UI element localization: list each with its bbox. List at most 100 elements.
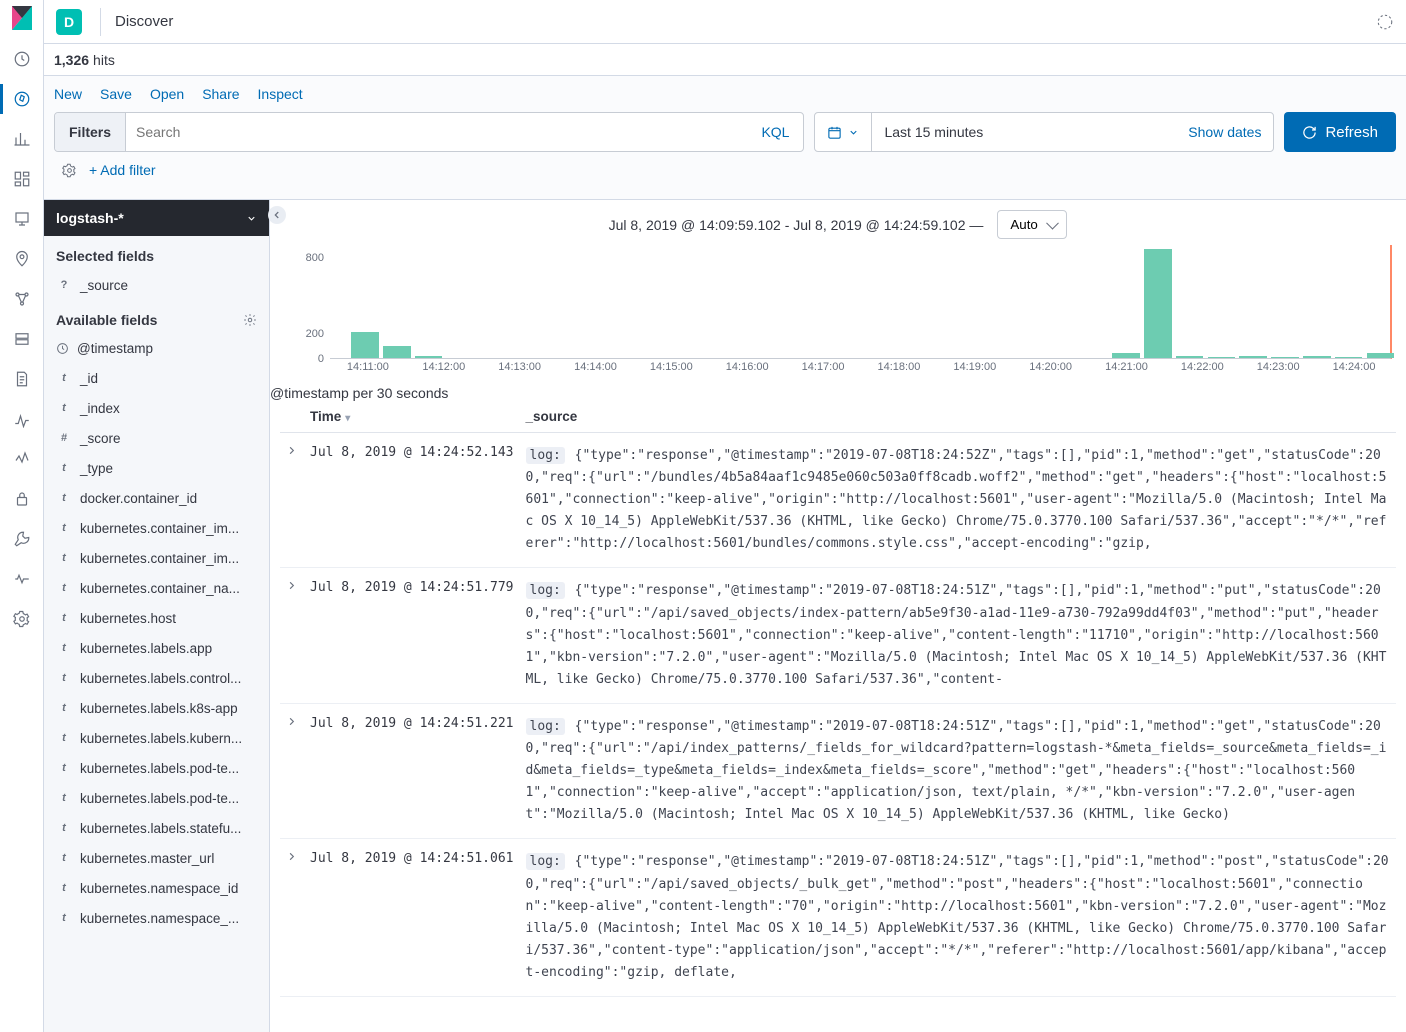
histogram-bar[interactable] <box>1176 356 1204 358</box>
expand-row-icon[interactable] <box>280 568 304 703</box>
nav-devtools-icon[interactable] <box>9 526 35 552</box>
field-item[interactable]: tkubernetes.namespace_... <box>44 903 269 933</box>
nav-management-icon[interactable] <box>9 606 35 632</box>
field-item[interactable]: ?_source <box>44 270 269 300</box>
add-filter-link[interactable]: + Add filter <box>89 162 156 178</box>
table-row: Jul 8, 2019 @ 14:24:51.061log: {"type":"… <box>280 839 1396 997</box>
cell-time: Jul 8, 2019 @ 14:24:51.779 <box>304 568 520 703</box>
chevron-down-icon <box>246 213 257 224</box>
available-fields-list: @timestampt_idt_index#_scoret_typetdocke… <box>44 334 269 933</box>
calendar-icon <box>827 125 842 140</box>
field-item[interactable]: tkubernetes.master_url <box>44 843 269 873</box>
field-item[interactable]: tkubernetes.labels.statefu... <box>44 813 269 843</box>
histogram-header: Jul 8, 2019 @ 14:09:59.102 - Jul 8, 2019… <box>270 200 1406 245</box>
cell-source: log: {"type":"response","@timestamp":"20… <box>520 568 1397 703</box>
refresh-button[interactable]: Refresh <box>1284 112 1396 152</box>
date-picker[interactable]: Last 15 minutes Show dates <box>814 112 1274 152</box>
histogram-bar[interactable] <box>415 356 443 359</box>
field-item[interactable]: tkubernetes.namespace_id <box>44 873 269 903</box>
table-row: Jul 8, 2019 @ 14:24:51.221log: {"type":"… <box>280 703 1396 838</box>
field-item[interactable]: tkubernetes.labels.k8s-app <box>44 693 269 723</box>
col-source[interactable]: _source <box>520 401 1397 433</box>
field-item[interactable]: tkubernetes.labels.control... <box>44 663 269 693</box>
field-item[interactable]: tkubernetes.labels.app <box>44 633 269 663</box>
collapse-sidebar-icon[interactable] <box>268 206 286 224</box>
field-item[interactable]: tkubernetes.container_im... <box>44 543 269 573</box>
toolbar-link-open[interactable]: Open <box>150 86 184 102</box>
expand-row-icon[interactable] <box>280 703 304 838</box>
filter-settings-icon[interactable] <box>62 163 77 178</box>
nav-siem-icon[interactable] <box>9 486 35 512</box>
field-item[interactable]: t_type <box>44 453 269 483</box>
cell-source: log: {"type":"response","@timestamp":"20… <box>520 433 1397 568</box>
histogram-bar[interactable] <box>1112 353 1140 358</box>
nav-maps-icon[interactable] <box>9 246 35 272</box>
field-item[interactable]: tdocker.container_id <box>44 483 269 513</box>
field-item[interactable]: tkubernetes.labels.pod-te... <box>44 753 269 783</box>
field-item[interactable]: t_id <box>44 363 269 393</box>
nav-visualize-icon[interactable] <box>9 126 35 152</box>
nav-discover-icon[interactable] <box>9 86 35 112</box>
kql-toggle[interactable]: KQL <box>747 124 803 140</box>
date-picker-toggle[interactable] <box>815 113 872 151</box>
header-menu-icon[interactable] <box>1376 13 1394 31</box>
nav-dashboard-icon[interactable] <box>9 166 35 192</box>
chart-xlabel: @timestamp per 30 seconds <box>270 385 1406 401</box>
nav-logs-icon[interactable] <box>9 366 35 392</box>
cell-time: Jul 8, 2019 @ 14:24:52.143 <box>304 433 520 568</box>
nav-apm-icon[interactable] <box>9 406 35 432</box>
refresh-label: Refresh <box>1325 124 1378 141</box>
search-input[interactable] <box>126 113 747 151</box>
histogram-bar[interactable] <box>1367 353 1395 358</box>
field-item[interactable]: tkubernetes.container_im... <box>44 513 269 543</box>
results-table: Time▾ _source Jul 8, 2019 @ 14:24:52.143… <box>270 401 1406 1032</box>
histogram-bar[interactable] <box>1335 357 1363 358</box>
selected-fields-list: ?_source <box>44 270 269 300</box>
histogram-bar[interactable] <box>1208 357 1236 358</box>
nav-recent-icon[interactable] <box>9 46 35 72</box>
main: logstash-* Selected fields ?_source Avai… <box>44 200 1406 1032</box>
query-bar: Filters KQL <box>54 112 804 152</box>
field-item[interactable]: tkubernetes.container_na... <box>44 573 269 603</box>
histogram-bar[interactable] <box>1239 356 1267 358</box>
filters-button[interactable]: Filters <box>55 113 126 151</box>
field-item[interactable]: @timestamp <box>44 334 269 363</box>
field-item[interactable]: tkubernetes.labels.kubern... <box>44 723 269 753</box>
kibana-logo[interactable] <box>8 4 36 32</box>
histogram-bar[interactable] <box>1144 249 1172 358</box>
col-time[interactable]: Time▾ <box>304 401 520 433</box>
histogram-bar[interactable] <box>1303 356 1331 358</box>
chevron-down-icon <box>848 127 859 138</box>
histogram-bar[interactable] <box>383 346 411 358</box>
show-dates-link[interactable]: Show dates <box>1176 124 1273 140</box>
interval-select[interactable]: Auto <box>997 210 1067 239</box>
refresh-icon <box>1302 125 1317 140</box>
content: Jul 8, 2019 @ 14:09:59.102 - Jul 8, 2019… <box>270 200 1406 1032</box>
nav-monitoring-icon[interactable] <box>9 566 35 592</box>
histogram-bar[interactable] <box>1271 357 1299 358</box>
expand-row-icon[interactable] <box>280 839 304 997</box>
date-range-text: Last 15 minutes <box>872 124 1176 140</box>
toolbar-link-inspect[interactable]: Inspect <box>258 86 303 102</box>
nav-infra-icon[interactable] <box>9 326 35 352</box>
field-filter-icon[interactable] <box>243 313 257 327</box>
nav-graph-icon[interactable] <box>9 286 35 312</box>
toolbar-link-save[interactable]: Save <box>100 86 132 102</box>
field-item[interactable]: tkubernetes.host <box>44 603 269 633</box>
field-item[interactable]: t_index <box>44 393 269 423</box>
field-item[interactable]: tkubernetes.labels.pod-te... <box>44 783 269 813</box>
field-item[interactable]: #_score <box>44 423 269 453</box>
app-rail <box>0 0 44 1032</box>
histogram[interactable]: Count 0200800 14:11:0014:12:0014:13:0014… <box>270 245 1406 385</box>
expand-row-icon[interactable] <box>280 433 304 568</box>
index-pattern-selector[interactable]: logstash-* <box>44 200 269 236</box>
histogram-bar[interactable] <box>351 332 379 358</box>
toolbar-link-share[interactable]: Share <box>202 86 239 102</box>
hit-count-bar: 1,326 hits <box>44 44 1406 76</box>
table-row: Jul 8, 2019 @ 14:24:52.143log: {"type":"… <box>280 433 1396 568</box>
nav-uptime-icon[interactable] <box>9 446 35 472</box>
toolbar-link-new[interactable]: New <box>54 86 82 102</box>
cell-source: log: {"type":"response","@timestamp":"20… <box>520 839 1397 997</box>
header: D Discover <box>44 0 1406 44</box>
nav-canvas-icon[interactable] <box>9 206 35 232</box>
